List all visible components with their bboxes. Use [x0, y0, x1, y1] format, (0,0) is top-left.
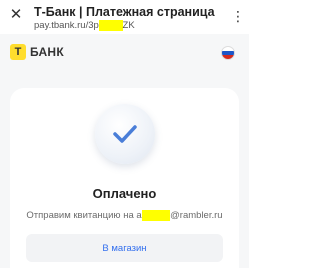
receipt-suffix: @rambler.ru [170, 210, 223, 221]
page-title: Т-Банк | Платежная страница [34, 5, 215, 19]
checkmark-icon [95, 104, 155, 164]
receipt-prefix: Отправим квитанцию на a [26, 210, 142, 221]
page-header-titles: Т-Банк | Платежная страница pay.tbank.ru… [34, 4, 224, 32]
receipt-text: Отправим квитанцию на axxxxxx@rambler.ru [10, 210, 239, 221]
url-redaction: xxxxx [98, 20, 123, 31]
bank-header: Т БАНК [0, 34, 249, 72]
url-prefix: pay.tbank.ru/3p [34, 20, 99, 31]
back-to-shop-button[interactable]: В магазин [26, 234, 223, 262]
more-vert-icon[interactable]: ⋮ [231, 7, 245, 25]
page-url[interactable]: pay.tbank.ru/3pxxxxxZK [34, 20, 224, 32]
logo-mark: Т [10, 44, 26, 60]
main-content: Оплачено Отправим квитанцию на axxxxxx@r… [0, 72, 249, 268]
russia-flag-icon[interactable] [221, 46, 235, 60]
browser-toolbar: ✕ Т-Банк | Платежная страница pay.tbank.… [0, 0, 249, 34]
url-suffix: ZK [122, 20, 135, 31]
email-redaction: xxxxxx [141, 210, 171, 221]
payment-status-card: Оплачено Отправим квитанцию на axxxxxx@r… [10, 88, 239, 268]
tbank-logo: Т БАНК [10, 44, 64, 60]
logo-text: БАНК [30, 45, 65, 59]
status-title: Оплачено [92, 186, 157, 201]
close-icon[interactable]: ✕ [8, 7, 24, 23]
